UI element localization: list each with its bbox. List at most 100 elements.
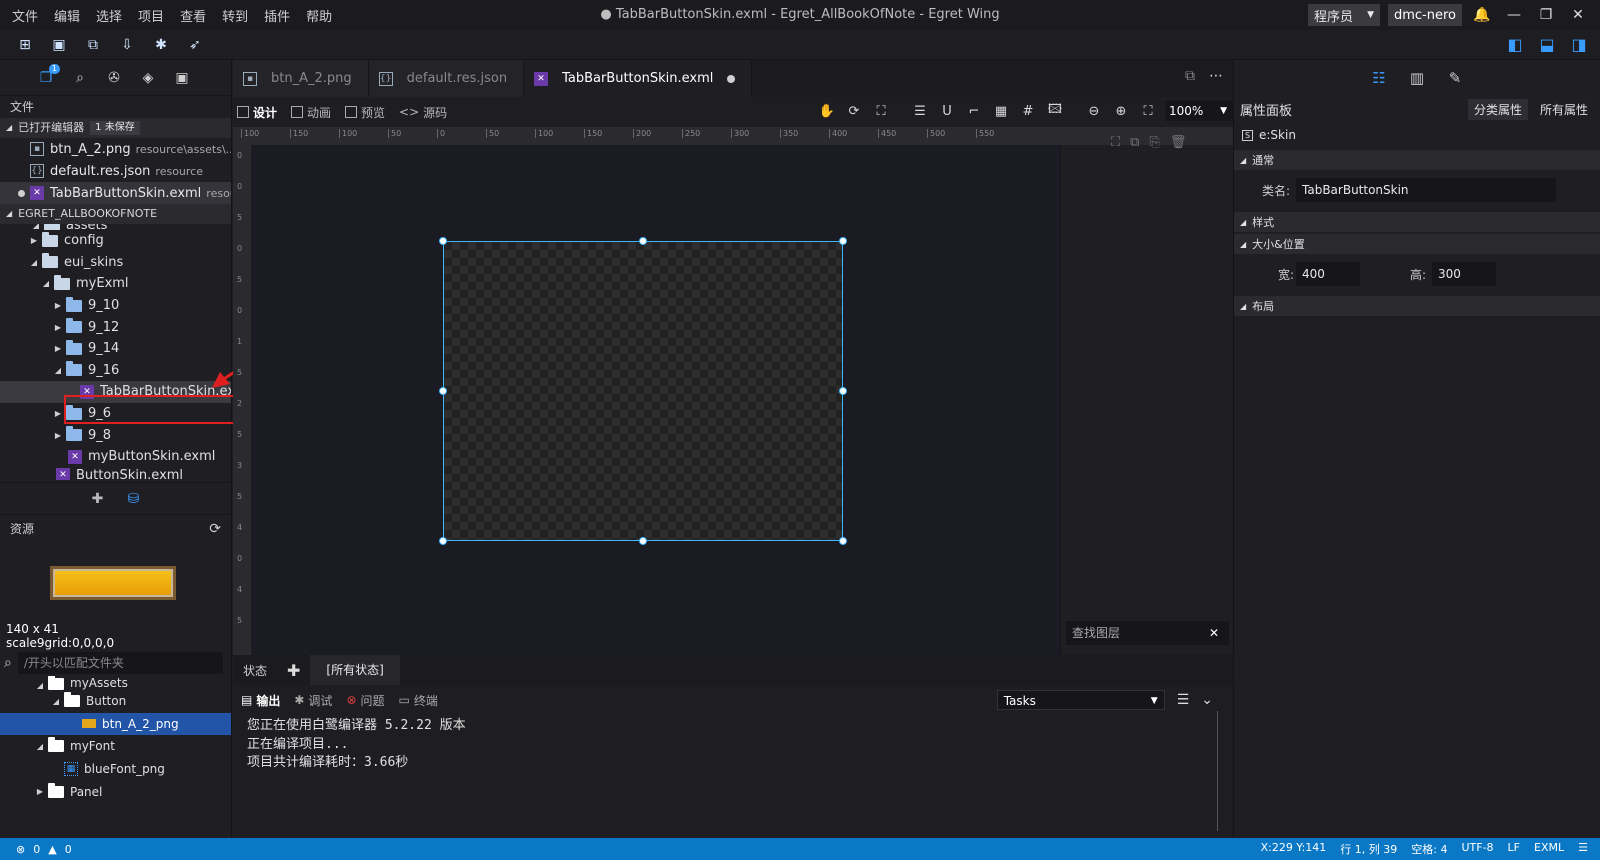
resource-search-input[interactable]: /开头以匹配文件夹 (17, 652, 223, 674)
tree-item-folder[interactable]: ◢ 9_16 (0, 360, 231, 382)
refresh-icon[interactable]: ⟳ (844, 101, 864, 121)
grid-icon[interactable]: ▦ (991, 101, 1011, 121)
project-header[interactable]: ◢ EGRET_ALLBOOKOFNOTE (0, 204, 231, 224)
menu-help[interactable]: 帮助 (298, 6, 340, 25)
tab-category-properties[interactable]: 分类属性 (1467, 98, 1528, 120)
resize-handle-r[interactable] (839, 387, 847, 395)
toggle-left-panel-icon[interactable]: ◧ (1504, 33, 1526, 55)
search-icon[interactable]: ⌕ (70, 68, 90, 88)
properties-icon[interactable]: ☷ (1369, 68, 1389, 88)
zoom-fit-icon[interactable]: ⛶ (1138, 101, 1158, 121)
line-column[interactable]: 行 1, 列 39 (1340, 841, 1397, 857)
bell-icon[interactable]: 🔔 (1470, 3, 1494, 27)
git-icon[interactable]: ◈ (138, 68, 158, 88)
res-tree-folder[interactable]: ◢ Button (0, 690, 231, 713)
status-left[interactable]: ⊗ 0 ▲ 0 (0, 843, 72, 856)
tree-item-file[interactable]: ✕ myButtonSkin.exml (0, 446, 231, 468)
open-file-item[interactable]: {} default.res.json resource (0, 160, 231, 182)
clear-output-icon[interactable]: ☰ (1177, 692, 1190, 708)
tree-item-folder[interactable]: ▶ 9_8 (0, 424, 231, 446)
minimize-icon[interactable]: — (1502, 3, 1526, 27)
tree-item-file[interactable]: ✕ ButtonSkin.exml (0, 467, 231, 480)
tab-debug[interactable]: ✱ 调试 (294, 692, 332, 709)
more-icon[interactable]: ⋯ (1209, 68, 1223, 84)
language-mode[interactable]: EXML (1534, 841, 1564, 857)
encoding[interactable]: UTF-8 (1461, 841, 1493, 857)
hand-icon[interactable]: ✋ (817, 101, 837, 121)
menu-plugins[interactable]: 插件 (256, 6, 298, 25)
zoom-select[interactable]: 100% ▼ (1165, 101, 1233, 121)
role-select[interactable]: 程序员 ▼ (1308, 4, 1380, 26)
res-tree-file-selected[interactable]: btn_A_2_png (0, 712, 231, 736)
menu-project[interactable]: 项目 (130, 6, 172, 25)
menu-edit[interactable]: 编辑 (46, 6, 88, 25)
library-icon[interactable]: ⛁ (124, 489, 144, 509)
tab-terminal[interactable]: ▭ 终端 (399, 692, 438, 709)
delete-icon[interactable]: 🗑 (1170, 135, 1187, 150)
restore-icon[interactable]: ❐ (1534, 3, 1558, 27)
section-common[interactable]: ◢ 通常 (1234, 150, 1600, 170)
line-ending[interactable]: LF (1508, 841, 1520, 857)
tree-item-folder[interactable]: ▶ 9_12 (0, 316, 231, 338)
ungroup-icon[interactable]: ⧉ (1130, 135, 1139, 150)
tab-default-res-json[interactable]: {} default.res.json (368, 60, 525, 97)
image-icon[interactable]: 🖾 (1045, 101, 1065, 121)
section-layout[interactable]: ◢ 布局 (1234, 296, 1600, 316)
output-scrollbar[interactable] (1217, 711, 1229, 831)
ruler-icon[interactable]: ⌐ (964, 101, 984, 121)
section-size-position[interactable]: ◢ 大小&位置 (1234, 234, 1600, 254)
menu-file[interactable]: 文件 (4, 6, 46, 25)
resize-handle-t[interactable] (639, 237, 647, 245)
open-file-item-active[interactable]: ✕ TabBarButtonSkin.exml resour... (0, 182, 231, 204)
skin-artboard[interactable] (439, 237, 847, 545)
resize-handle-bl[interactable] (439, 537, 447, 545)
add-icon[interactable]: ✚ (88, 489, 108, 509)
clear-icon[interactable]: ✕ (1209, 621, 1219, 645)
class-name-input[interactable]: TabBarButtonSkin (1296, 178, 1556, 202)
collapse-panel-icon[interactable]: ⌄ (1201, 692, 1213, 708)
height-input[interactable]: 300 (1432, 262, 1496, 286)
save-icon[interactable]: ▣ (48, 34, 70, 56)
resize-handle-tl[interactable] (439, 237, 447, 245)
debug-icon[interactable]: ✱ (150, 34, 172, 56)
design-canvas[interactable] (251, 145, 1060, 655)
fit-icon[interactable]: ⛶ (871, 101, 891, 121)
new-project-icon[interactable]: ⊞ (14, 34, 36, 56)
tab-tabbarbuttonskin-exml[interactable]: ✕ TabBarButtonSkin.exml (524, 60, 753, 97)
copy-icon[interactable]: ⎘ (1149, 135, 1159, 150)
tab-all-properties[interactable]: 所有属性 (1534, 99, 1594, 120)
zoom-in-icon[interactable]: ⊕ (1111, 101, 1131, 121)
resize-handle-b[interactable] (639, 537, 647, 545)
mode-animation[interactable]: 动画 (287, 104, 341, 121)
res-tree-folder[interactable]: ◢ myFont (0, 735, 231, 758)
tasks-select[interactable]: Tasks ▼ (996, 690, 1165, 710)
publish-icon[interactable]: ⇩ (116, 34, 138, 56)
open-editors-header[interactable]: ◢ 已打开编辑器 1 未保存 (0, 118, 231, 138)
menu-goto[interactable]: 转到 (214, 6, 256, 25)
resize-handle-l[interactable] (439, 387, 447, 395)
group-icon[interactable]: ⛶ (1111, 135, 1120, 150)
resize-handle-br[interactable] (839, 537, 847, 545)
tree-item-folder[interactable]: ▶ 9_10 (0, 295, 231, 317)
notifications-icon[interactable]: ☰ (1578, 841, 1588, 857)
user-account[interactable]: dmc-nero (1387, 4, 1462, 26)
guides-icon[interactable]: # (1018, 101, 1038, 121)
tree-item-folder[interactable]: ◢ eui_skins (0, 252, 231, 274)
res-tree-folder[interactable]: ◢ myAssets (0, 676, 231, 690)
indentation[interactable]: 空格: 4 (1411, 841, 1447, 857)
tab-btn-a-2-png[interactable]: ▪ btn_A_2.png (233, 60, 369, 97)
split-editor-icon[interactable]: ⧉ (1185, 68, 1195, 84)
extensions-icon[interactable]: ✇ (104, 68, 124, 88)
open-file-item[interactable]: ▪ btn_A_2.png resource\assets\... (0, 138, 231, 160)
section-style[interactable]: ◢ 样式 (1234, 212, 1600, 232)
tree-item-folder[interactable]: ◢ myExml (0, 273, 231, 295)
layer-search-input[interactable]: 查找图层 ✕ (1066, 621, 1229, 645)
zoom-out-icon[interactable]: ⊖ (1084, 101, 1104, 121)
components-icon[interactable]: ▥ (1407, 68, 1427, 88)
add-state-icon[interactable]: ✚ (277, 661, 310, 680)
res-tree-folder[interactable]: ▶ Panel (0, 780, 231, 803)
tree-item-folder[interactable]: ▶ config (0, 230, 231, 252)
tab-output[interactable]: ▤ 输出 (241, 692, 280, 709)
refresh-icon[interactable]: ⟳ (209, 521, 221, 537)
resize-handle-tr[interactable] (839, 237, 847, 245)
